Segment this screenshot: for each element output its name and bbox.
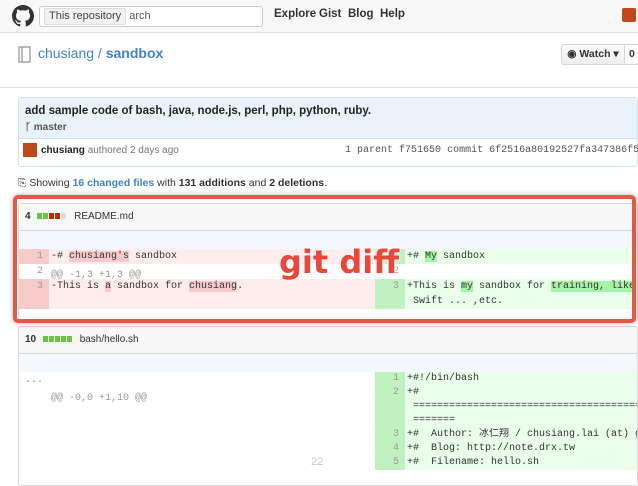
stat-add-icon [54,336,60,343]
diff-row: ========================================… [19,400,637,414]
commit-label: commit [447,145,484,156]
commit-summary: add sample code of bash, java, node.js, … [18,97,638,167]
commit-message: add sample code of bash, java, node.js, … [25,105,372,117]
toc-and: and [245,177,270,189]
parent-sha-link[interactable]: f751650 [399,145,441,156]
toc-with: with [154,177,179,189]
nav-help[interactable]: Help [380,8,405,20]
watch-label: Watch [579,48,611,60]
page-number: 22 [311,456,324,468]
toc-prefix: Showing [29,177,73,189]
chevron-down-icon: ▾ [610,48,619,60]
line-number: 5 [375,456,405,470]
author-name[interactable]: chusiang [41,145,85,156]
diff-row: 4 +# Blog: http://note.drx.tw [19,442,637,456]
diff-stats: ⎘ Showing 16 changed files with 131 addi… [18,177,327,190]
diff-row: 5 +# Filename: hello.sh [19,456,637,470]
diff-row: 3 +# Author: 冰仁翔 / chusiang.lai (at) g [19,428,637,442]
line-number [375,400,405,414]
empty-line [49,372,375,386]
added-line: +# [405,386,637,400]
line-number: 4 [375,442,405,456]
repo-title: chusiang / sandbox [38,45,163,61]
empty-line [49,456,375,470]
file-diff-hello-sh: 10 bash/hello.sh ... @@ -0,0 +1,10 @@ 1 +… [18,326,638,486]
added-line: ========================================… [405,400,637,414]
branch-icon: ᚴ [25,122,34,133]
watch-button[interactable]: ◉ Watch ▾ [561,44,625,65]
file-diff-icon: ⎘ [18,177,30,189]
line-number [19,428,49,442]
line-number: 3 [375,428,405,442]
eye-icon: ◉ [567,48,580,60]
search-box[interactable]: This repository [39,6,263,27]
empty-line [49,414,375,428]
parent-label: 1 parent [345,145,394,156]
additions-count: 131 additions [178,177,246,189]
github-logo-icon[interactable] [12,5,34,27]
empty-line [49,442,375,456]
line-number [19,400,49,414]
nav-blog[interactable]: Blog [348,8,374,20]
empty-line [49,428,375,442]
line-number [19,386,49,400]
stat-add-icon [48,336,54,343]
empty-line [49,400,375,414]
stat-add-icon [42,336,48,343]
line-number [19,456,49,470]
file-header: 10 bash/hello.sh [19,327,637,354]
added-line: +# Author: 冰仁翔 / chusiang.lai (at) g [405,428,637,442]
diff-row: 1 +#!/bin/bash [19,372,637,386]
nav-explore[interactable]: Explore [274,8,316,20]
commit-sha: 6f2516a80192527fa347386f5 [489,145,638,156]
stat-add-icon [66,336,72,343]
repo-name-link[interactable]: sandbox [106,45,164,61]
watch-count[interactable]: 0 [624,44,638,65]
nav-gist[interactable]: Gist [319,8,341,20]
line-number: 1 [375,372,405,386]
file-name[interactable]: bash/hello.sh [80,334,139,345]
repo-book-icon [18,46,31,63]
empty-line [49,386,375,400]
author-avatar[interactable] [23,143,37,157]
repo-separator: / [94,45,106,61]
added-line: +#!/bin/bash [405,372,637,386]
added-line: +# Filename: hello.sh [405,456,637,470]
annotation-label: git diff [279,243,400,281]
diff-row: ======= [19,414,637,428]
repo-header: chusiang / sandbox ◉ Watch ▾ 0 [0,33,638,88]
line-number [19,372,49,386]
toc-suffix: . [324,177,327,189]
branch-indicator: ᚴ master [25,122,631,133]
top-navbar: This repository Explore Gist Blog Help [0,0,638,33]
search-scope-label: This repository [44,8,127,25]
branch-name[interactable]: master [34,122,67,133]
user-avatar[interactable] [622,8,636,22]
line-number [19,442,49,456]
diff-row: 2 +# [19,386,637,400]
line-number: 2 [375,386,405,400]
hunk-header: ... @@ -0,0 +1,10 @@ [19,354,637,404]
line-number [375,414,405,428]
change-count: 10 [25,334,37,345]
added-line: +# Blog: http://note.drx.tw [405,442,637,456]
line-number [19,414,49,428]
changed-files-link[interactable]: 16 changed files [73,177,155,189]
addition-rows: 1 +#!/bin/bash 2 +# =======================… [19,372,637,470]
stat-add-icon [60,336,66,343]
repo-owner-link[interactable]: chusiang [38,45,94,61]
added-line: ======= [405,414,637,428]
authored-time: authored 2 days ago [87,145,179,156]
deletions-count: 2 deletions [269,177,325,189]
search-input[interactable] [129,10,250,22]
